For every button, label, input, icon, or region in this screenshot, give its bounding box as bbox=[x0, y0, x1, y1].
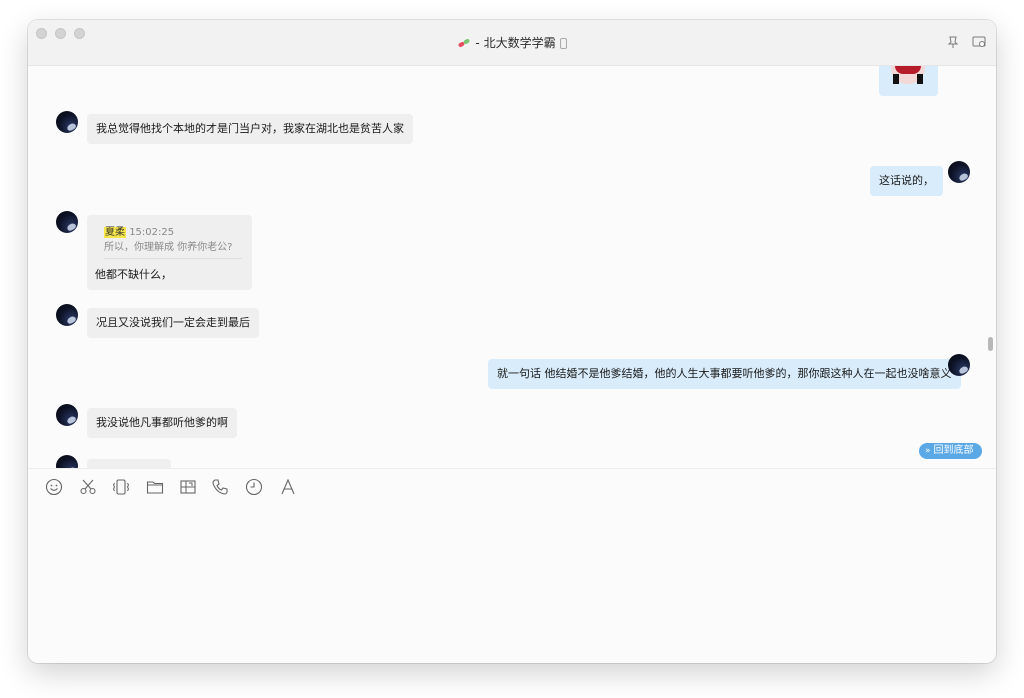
window-title-area: - 北大数学学霸 bbox=[28, 34, 996, 51]
pin-icon[interactable] bbox=[946, 35, 960, 49]
message-bubble[interactable]: 况且又没说我们一定会走到最后 bbox=[87, 308, 259, 338]
sticker-image bbox=[891, 66, 925, 84]
message-bubble[interactable]: 我总觉得他找个本地的才是门当户对，我家在湖北也是贫苦人家 bbox=[87, 114, 413, 144]
vibrate-icon[interactable] bbox=[111, 477, 131, 497]
screenshot-icon[interactable] bbox=[178, 477, 198, 497]
scrollbar[interactable] bbox=[988, 337, 993, 351]
reply-text: 他都不缺什么， bbox=[95, 268, 172, 281]
mobile-online-icon bbox=[559, 38, 567, 49]
contact-avatar[interactable] bbox=[56, 455, 78, 468]
quoted-time: 15:02:25 bbox=[129, 227, 175, 238]
scissors-icon[interactable] bbox=[78, 477, 98, 497]
quoted-message-text: 所以，你理解成 你养你老公? bbox=[104, 242, 233, 253]
clock-icon[interactable] bbox=[244, 477, 264, 497]
title-bar: - 北大数学学霸 bbox=[28, 20, 996, 66]
double-chevron-down-icon: » bbox=[925, 446, 931, 456]
font-icon[interactable] bbox=[278, 477, 298, 497]
message-list[interactable]: 我总觉得他找个本地的才是门当户对，我家在湖北也是贫苦人家 这话说的， 夏柔 15… bbox=[28, 66, 996, 468]
emoji-icon[interactable] bbox=[44, 477, 64, 497]
back-to-bottom-label: 回到底部 bbox=[933, 445, 974, 456]
quote-divider bbox=[104, 258, 242, 259]
contact-avatar[interactable] bbox=[56, 304, 78, 326]
message-input[interactable] bbox=[28, 510, 996, 660]
reply-message-bubble[interactable]: 夏柔 15:02:25 所以，你理解成 你养你老公? 他都不缺什么， bbox=[87, 215, 252, 290]
contact-avatar[interactable] bbox=[56, 111, 78, 133]
screen-share-icon[interactable] bbox=[972, 35, 986, 49]
sticker-message[interactable] bbox=[879, 66, 938, 96]
self-avatar[interactable] bbox=[948, 354, 970, 376]
self-avatar[interactable] bbox=[948, 161, 970, 183]
pill-emoji-icon bbox=[458, 39, 470, 47]
message-bubble-partial[interactable] bbox=[87, 459, 171, 468]
folder-icon[interactable] bbox=[145, 477, 165, 497]
composer-divider bbox=[28, 468, 996, 469]
contact-avatar[interactable] bbox=[56, 404, 78, 426]
quoted-sender-name: 夏柔 bbox=[104, 227, 126, 238]
message-bubble[interactable]: 我没说他凡事都听他爹的啊 bbox=[87, 408, 237, 438]
message-bubble-self[interactable]: 这话说的， bbox=[870, 166, 943, 196]
message-bubble-self[interactable]: 就一句话 他结婚不是他爹结婚，他的人生大事都要听他爹的，那你跟这种人在一起也没啥… bbox=[488, 359, 961, 389]
contact-avatar[interactable] bbox=[56, 211, 78, 233]
phone-icon[interactable] bbox=[210, 477, 230, 497]
back-to-bottom-button[interactable]: » 回到底部 bbox=[919, 443, 982, 459]
quoted-message-header: 夏柔 15:02:25 bbox=[104, 225, 174, 241]
window-title: - 北大数学学霸 bbox=[475, 36, 556, 50]
chat-window: - 北大数学学霸 我总觉得他找个本地的才是门当户对，我家在湖北也是贫苦人家 这话… bbox=[28, 20, 996, 663]
